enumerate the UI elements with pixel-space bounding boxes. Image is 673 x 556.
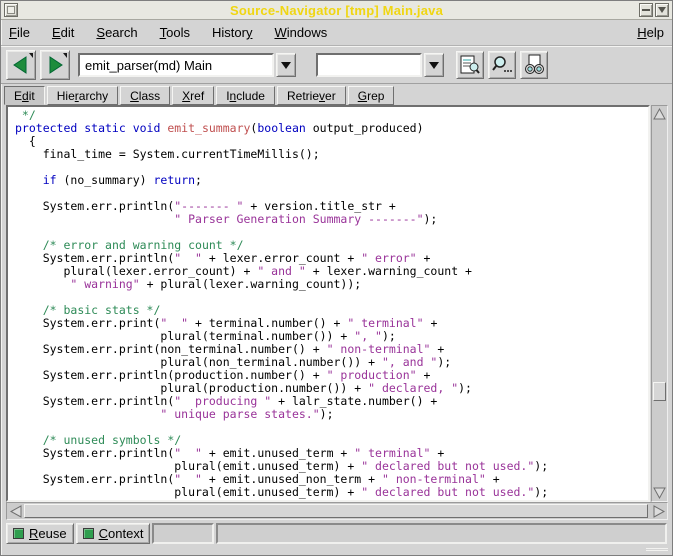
code-line: " warning" + plural(lexer.warning_count)…: [15, 278, 648, 291]
tab-class[interactable]: Class: [120, 86, 170, 105]
bottom-frame: [1, 547, 672, 554]
history-back-button[interactable]: [6, 50, 36, 80]
arrow-up-icon: [653, 108, 666, 120]
vertical-scrollbar-trough[interactable]: [652, 122, 667, 485]
minimize-button[interactable]: [639, 3, 653, 17]
code-line: " Parser Generation Summary -------");: [15, 213, 648, 226]
code-line: plural(emit.unused_term) + " declared bu…: [15, 486, 648, 499]
menu-tools[interactable]: Tools: [160, 25, 190, 40]
menu-search[interactable]: Search: [96, 25, 137, 40]
grep-binoculars-icon: [523, 54, 545, 76]
reuse-label: Reuse: [29, 526, 67, 541]
scroll-left-button[interactable]: [7, 503, 24, 519]
vertical-scrollbar[interactable]: [651, 105, 668, 502]
menu-help[interactable]: Help: [637, 25, 664, 40]
editor-row: */protected static void emit_summary(boo…: [1, 105, 672, 502]
tab-grep[interactable]: Grep: [348, 86, 395, 105]
tab-xref[interactable]: Xref: [172, 86, 214, 105]
open-editor-button[interactable]: [456, 51, 484, 79]
menu-bar-items: File Edit Search Tools History Windows: [9, 25, 327, 40]
context-toggle-button[interactable]: Context: [76, 523, 151, 544]
menu-windows[interactable]: Windows: [274, 25, 327, 40]
window-menu-button[interactable]: [4, 3, 18, 17]
minimize-icon: [642, 9, 650, 11]
history-forward-button[interactable]: [40, 50, 70, 80]
menu-bar: File Edit Search Tools History Windows Help: [1, 20, 672, 46]
tab-include[interactable]: Include: [216, 86, 275, 105]
back-arrow-icon: [11, 55, 31, 75]
horizontal-scrollbar-thumb[interactable]: [24, 504, 648, 518]
scroll-right-button[interactable]: [650, 503, 667, 519]
resize-grip[interactable]: [646, 548, 668, 552]
reuse-toggle-button[interactable]: Reuse: [6, 523, 74, 544]
code-line: final_time = System.currentTimeMillis();: [15, 148, 648, 161]
scroll-up-button[interactable]: [652, 106, 667, 122]
forward-dropdown-icon: [63, 53, 67, 58]
reuse-checkbox-icon: [13, 528, 24, 539]
search-button[interactable]: [488, 51, 516, 79]
horizontal-scrollbar-trough[interactable]: [24, 503, 650, 519]
status-panel-left: [152, 523, 214, 544]
maximize-icon: [658, 7, 666, 13]
search-combobox: [316, 53, 444, 77]
tab-retriever[interactable]: Retriever: [277, 86, 346, 105]
chevron-down-icon: [281, 62, 291, 69]
maximize-button[interactable]: [655, 3, 669, 17]
toolbar: emit_parser(md) Main: [1, 46, 672, 84]
scroll-down-button[interactable]: [652, 485, 667, 501]
tab-hierarchy[interactable]: Hierarchy: [47, 86, 118, 105]
grep-button[interactable]: [520, 51, 548, 79]
title-bar: Source-Navigator [tmp] Main.java: [1, 1, 672, 20]
code-line: " unique parse states.");: [15, 408, 648, 421]
code-line: if (no_summary) return;: [15, 174, 648, 187]
status-bar: Reuse Context: [1, 520, 672, 547]
search-magnifier-icon: [491, 54, 513, 76]
context-checkbox-icon: [83, 528, 94, 539]
menu-file[interactable]: File: [9, 25, 30, 40]
arrow-left-icon: [10, 505, 22, 518]
context-label: Context: [99, 526, 144, 541]
symbol-combobox-entry[interactable]: emit_parser(md) Main: [78, 53, 274, 77]
symbol-combobox: emit_parser(md) Main: [78, 53, 296, 77]
menu-edit[interactable]: Edit: [52, 25, 74, 40]
app-window: Source-Navigator [tmp] Main.java File Edi…: [0, 0, 673, 556]
arrow-down-icon: [653, 487, 666, 499]
search-combobox-entry[interactable]: [316, 53, 422, 77]
symbol-combobox-arrow-button[interactable]: [276, 53, 296, 77]
search-combobox-arrow-button[interactable]: [424, 53, 444, 77]
editor-document-icon: [459, 54, 481, 76]
horizontal-scrollbar[interactable]: [6, 502, 668, 520]
forward-arrow-icon: [45, 55, 65, 75]
status-panel-message: [216, 523, 667, 544]
menu-history[interactable]: History: [212, 25, 252, 40]
tab-edit[interactable]: Edit: [4, 86, 45, 105]
window-menu-icon: [7, 6, 15, 14]
code-editor[interactable]: */protected static void emit_summary(boo…: [6, 105, 650, 502]
back-dropdown-icon: [29, 53, 33, 58]
view-tab-bar: EditHierarchyClassXrefIncludeRetrieverGr…: [1, 84, 672, 105]
code-line: protected static void emit_summary(boole…: [15, 122, 648, 135]
chevron-down-icon: [429, 62, 439, 69]
window-title: Source-Navigator [tmp] Main.java: [1, 3, 672, 18]
vertical-scrollbar-thumb[interactable]: [653, 382, 666, 401]
arrow-right-icon: [653, 505, 665, 518]
